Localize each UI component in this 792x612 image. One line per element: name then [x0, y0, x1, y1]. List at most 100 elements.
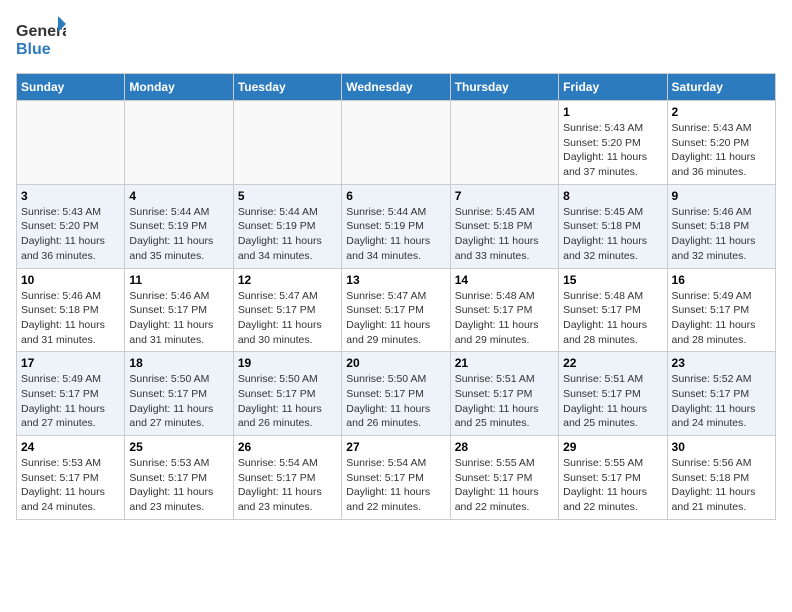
- calendar-day-cell: 5 Sunrise: 5:44 AMSunset: 5:19 PMDaylight…: [233, 184, 341, 268]
- day-info: Sunrise: 5:44 AMSunset: 5:19 PMDaylight:…: [129, 205, 228, 264]
- day-info: Sunrise: 5:55 AMSunset: 5:17 PMDaylight:…: [455, 456, 554, 515]
- day-number: 28: [455, 440, 554, 454]
- calendar-week-row: 10Sunrise: 5:46 AMSunset: 5:18 PMDayligh…: [17, 268, 776, 352]
- day-info: Sunrise: 5:55 AMSunset: 5:17 PMDaylight:…: [563, 456, 662, 515]
- day-info: Sunrise: 5:48 AMSunset: 5:17 PMDaylight:…: [563, 289, 662, 348]
- calendar-week-row: 24 Sunrise: 5:53 AMSunset: 5:17 PMDayligh…: [17, 436, 776, 520]
- day-info: Sunrise: 5:46 AMSunset: 5:18 PMDaylight:…: [21, 289, 120, 348]
- calendar-day-cell: [233, 101, 341, 185]
- day-info: Sunrise: 5:43 AMSunset: 5:20 PMDaylight:…: [563, 121, 662, 180]
- calendar-day-cell: 13 Sunrise: 5:47 AMSunset: 5:17 PMDayligh…: [342, 268, 450, 352]
- calendar-table: SundayMondayTuesdayWednesdayThursdayFrid…: [16, 73, 776, 520]
- calendar-day-cell: 19 Sunrise: 5:50 AMSunset: 5:17 PMDayligh…: [233, 352, 341, 436]
- day-number: 4: [129, 189, 228, 203]
- calendar-day-cell: [342, 101, 450, 185]
- day-number: 12: [238, 273, 337, 287]
- day-info: Sunrise: 5:45 AMSunset: 5:18 PMDaylight:…: [455, 205, 554, 264]
- day-info: Sunrise: 5:50 AMSunset: 5:17 PMDaylight:…: [238, 372, 337, 431]
- calendar-day-cell: 8 Sunrise: 5:45 AMSunset: 5:18 PMDaylight…: [559, 184, 667, 268]
- day-number: 23: [672, 356, 771, 370]
- day-info: Sunrise: 5:51 AMSunset: 5:17 PMDaylight:…: [563, 372, 662, 431]
- day-info: Sunrise: 5:53 AMSunset: 5:17 PMDaylight:…: [129, 456, 228, 515]
- calendar-day-cell: [125, 101, 233, 185]
- day-number: 3: [21, 189, 120, 203]
- day-number: 7: [455, 189, 554, 203]
- day-number: 11: [129, 273, 228, 287]
- page-header: GeneralBlue: [16, 16, 776, 61]
- day-info: Sunrise: 5:43 AMSunset: 5:20 PMDaylight:…: [21, 205, 120, 264]
- day-info: Sunrise: 5:49 AMSunset: 5:17 PMDaylight:…: [21, 372, 120, 431]
- calendar-day-cell: 10Sunrise: 5:46 AMSunset: 5:18 PMDayligh…: [17, 268, 125, 352]
- day-number: 18: [129, 356, 228, 370]
- day-info: Sunrise: 5:54 AMSunset: 5:17 PMDaylight:…: [238, 456, 337, 515]
- calendar-day-cell: 16 Sunrise: 5:49 AMSunset: 5:17 PMDayligh…: [667, 268, 775, 352]
- calendar-day-cell: 18 Sunrise: 5:50 AMSunset: 5:17 PMDayligh…: [125, 352, 233, 436]
- day-info: Sunrise: 5:45 AMSunset: 5:18 PMDaylight:…: [563, 205, 662, 264]
- day-number: 17: [21, 356, 120, 370]
- calendar-day-cell: 15 Sunrise: 5:48 AMSunset: 5:17 PMDayligh…: [559, 268, 667, 352]
- day-number: 9: [672, 189, 771, 203]
- weekday-header: Thursday: [450, 74, 558, 101]
- day-number: 27: [346, 440, 445, 454]
- logo-svg: GeneralBlue: [16, 16, 66, 61]
- day-number: 22: [563, 356, 662, 370]
- day-info: Sunrise: 5:43 AMSunset: 5:20 PMDaylight:…: [672, 121, 771, 180]
- calendar-day-cell: 21Sunrise: 5:51 AMSunset: 5:17 PMDayligh…: [450, 352, 558, 436]
- day-number: 21: [455, 356, 554, 370]
- calendar-day-cell: 24 Sunrise: 5:53 AMSunset: 5:17 PMDayligh…: [17, 436, 125, 520]
- weekday-header: Friday: [559, 74, 667, 101]
- calendar-day-cell: 7 Sunrise: 5:45 AMSunset: 5:18 PMDaylight…: [450, 184, 558, 268]
- day-number: 16: [672, 273, 771, 287]
- calendar-day-cell: 11 Sunrise: 5:46 AMSunset: 5:17 PMDayligh…: [125, 268, 233, 352]
- day-number: 20: [346, 356, 445, 370]
- day-info: Sunrise: 5:46 AMSunset: 5:18 PMDaylight:…: [672, 205, 771, 264]
- calendar-week-row: 17 Sunrise: 5:49 AMSunset: 5:17 PMDayligh…: [17, 352, 776, 436]
- calendar-day-cell: 17 Sunrise: 5:49 AMSunset: 5:17 PMDayligh…: [17, 352, 125, 436]
- day-info: Sunrise: 5:50 AMSunset: 5:17 PMDaylight:…: [129, 372, 228, 431]
- calendar-day-cell: 23Sunrise: 5:52 AMSunset: 5:17 PMDayligh…: [667, 352, 775, 436]
- day-number: 19: [238, 356, 337, 370]
- day-number: 24: [21, 440, 120, 454]
- day-number: 14: [455, 273, 554, 287]
- day-info: Sunrise: 5:48 AMSunset: 5:17 PMDaylight:…: [455, 289, 554, 348]
- day-info: Sunrise: 5:53 AMSunset: 5:17 PMDaylight:…: [21, 456, 120, 515]
- day-info: Sunrise: 5:47 AMSunset: 5:17 PMDaylight:…: [346, 289, 445, 348]
- day-number: 6: [346, 189, 445, 203]
- day-info: Sunrise: 5:47 AMSunset: 5:17 PMDaylight:…: [238, 289, 337, 348]
- day-info: Sunrise: 5:49 AMSunset: 5:17 PMDaylight:…: [672, 289, 771, 348]
- calendar-day-cell: [17, 101, 125, 185]
- calendar-day-cell: 28 Sunrise: 5:55 AMSunset: 5:17 PMDayligh…: [450, 436, 558, 520]
- calendar-day-cell: 6 Sunrise: 5:44 AMSunset: 5:19 PMDaylight…: [342, 184, 450, 268]
- day-info: Sunrise: 5:46 AMSunset: 5:17 PMDaylight:…: [129, 289, 228, 348]
- calendar-day-cell: 22 Sunrise: 5:51 AMSunset: 5:17 PMDayligh…: [559, 352, 667, 436]
- day-number: 26: [238, 440, 337, 454]
- day-info: Sunrise: 5:54 AMSunset: 5:17 PMDaylight:…: [346, 456, 445, 515]
- day-number: 8: [563, 189, 662, 203]
- calendar-day-cell: 26 Sunrise: 5:54 AMSunset: 5:17 PMDayligh…: [233, 436, 341, 520]
- calendar-week-row: 3 Sunrise: 5:43 AMSunset: 5:20 PMDaylight…: [17, 184, 776, 268]
- calendar-header-row: SundayMondayTuesdayWednesdayThursdayFrid…: [17, 74, 776, 101]
- calendar-day-cell: 30Sunrise: 5:56 AMSunset: 5:18 PMDayligh…: [667, 436, 775, 520]
- weekday-header: Wednesday: [342, 74, 450, 101]
- day-number: 5: [238, 189, 337, 203]
- day-number: 1: [563, 105, 662, 119]
- calendar-day-cell: 9 Sunrise: 5:46 AMSunset: 5:18 PMDaylight…: [667, 184, 775, 268]
- calendar-day-cell: 20Sunrise: 5:50 AMSunset: 5:17 PMDayligh…: [342, 352, 450, 436]
- calendar-day-cell: 27 Sunrise: 5:54 AMSunset: 5:17 PMDayligh…: [342, 436, 450, 520]
- day-number: 29: [563, 440, 662, 454]
- calendar-day-cell: 2 Sunrise: 5:43 AMSunset: 5:20 PMDaylight…: [667, 101, 775, 185]
- calendar-day-cell: 25 Sunrise: 5:53 AMSunset: 5:17 PMDayligh…: [125, 436, 233, 520]
- day-number: 2: [672, 105, 771, 119]
- weekday-header: Tuesday: [233, 74, 341, 101]
- calendar-day-cell: 4 Sunrise: 5:44 AMSunset: 5:19 PMDaylight…: [125, 184, 233, 268]
- calendar-day-cell: 3 Sunrise: 5:43 AMSunset: 5:20 PMDaylight…: [17, 184, 125, 268]
- day-number: 15: [563, 273, 662, 287]
- day-info: Sunrise: 5:44 AMSunset: 5:19 PMDaylight:…: [346, 205, 445, 264]
- weekday-header: Sunday: [17, 74, 125, 101]
- day-number: 30: [672, 440, 771, 454]
- svg-text:Blue: Blue: [16, 41, 51, 58]
- calendar-day-cell: 12 Sunrise: 5:47 AMSunset: 5:17 PMDayligh…: [233, 268, 341, 352]
- day-info: Sunrise: 5:44 AMSunset: 5:19 PMDaylight:…: [238, 205, 337, 264]
- day-number: 13: [346, 273, 445, 287]
- day-number: 25: [129, 440, 228, 454]
